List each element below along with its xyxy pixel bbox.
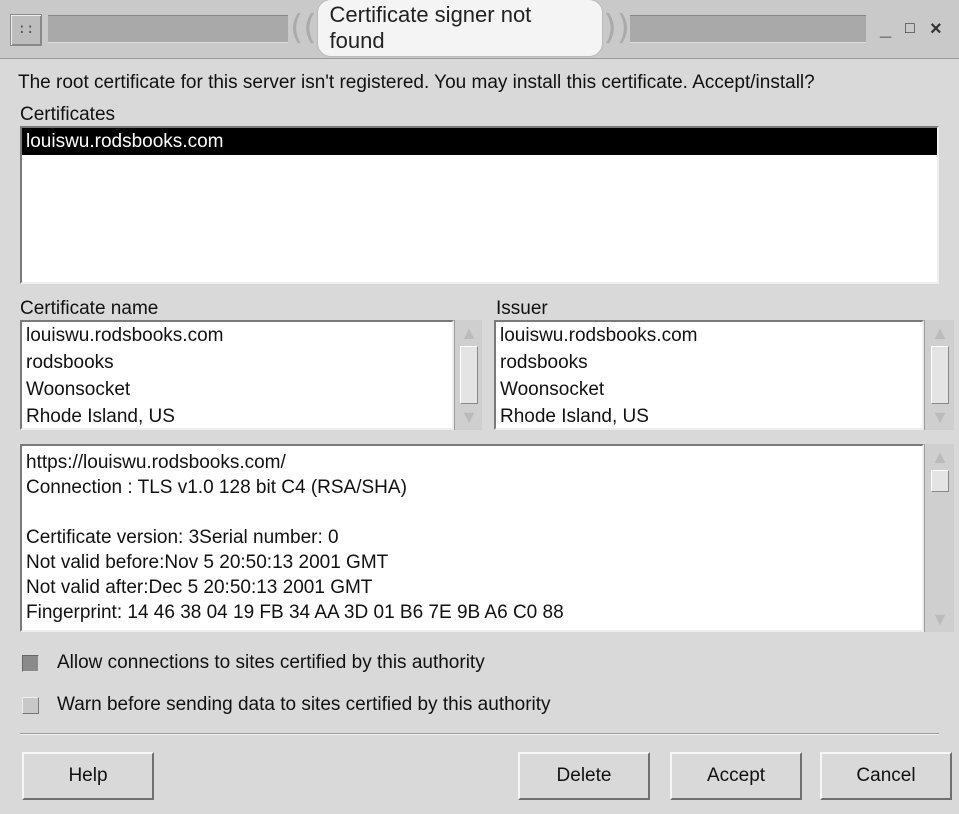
details-scrollbar[interactable]: ▲ ▼	[924, 444, 954, 632]
details-line	[22, 500, 922, 525]
certificate-dialog: :: (( Certificate signer not found )) _ …	[0, 0, 959, 814]
help-button[interactable]: Help	[22, 752, 154, 800]
certificate-name-line: Woonsocket	[26, 379, 131, 400]
certificate-name-scrollbar[interactable]: ▲ ▼	[454, 320, 482, 430]
title-bar-stripe-right	[630, 15, 866, 43]
button-separator	[20, 733, 939, 735]
warn-before-sending-checkbox[interactable]	[22, 696, 39, 714]
minimize-button[interactable]: _	[880, 18, 891, 41]
cancel-button[interactable]: Cancel	[820, 752, 952, 800]
certificate-name-box[interactable]: louiswu.rodsbooks.com rodsbooks Woonsock…	[20, 320, 454, 430]
scroll-down-arrow-icon[interactable]: ▼	[930, 406, 950, 428]
scrollbar-thumb[interactable]	[931, 346, 949, 404]
certificate-list-item[interactable]: louiswu.rodsbooks.com	[22, 128, 937, 155]
warn-before-sending-option[interactable]: Warn before sending data to sites certif…	[22, 694, 551, 716]
details-line: https://louiswu.rodsbooks.com/	[26, 452, 286, 473]
details-line: Not valid before:Nov 5 20:50:13 2001 GMT	[26, 552, 389, 573]
title-pill: (( Certificate signer not found ))	[290, 0, 630, 57]
issuer-line: rodsbooks	[500, 352, 588, 373]
certificate-details[interactable]: https://louiswu.rodsbooks.com/ Connectio…	[20, 444, 924, 632]
issuer-line: Rhode Island, US	[500, 406, 649, 427]
certificate-name-label: Certificate name	[20, 298, 159, 319]
certificate-name-line: rodsbooks	[26, 352, 114, 373]
scroll-down-arrow-icon[interactable]: ▼	[459, 406, 479, 428]
certificate-name-line: louiswu.rodsbooks.com	[26, 325, 224, 346]
issuer-label: Issuer	[496, 298, 548, 319]
title-paren-right-icon: ))	[603, 8, 630, 48]
details-line: Fingerprint: 14 46 38 04 19 FB 34 AA 3D …	[26, 602, 564, 623]
issuer-scrollbar[interactable]: ▲ ▼	[924, 320, 954, 430]
allow-connections-label: Allow connections to sites certified by …	[57, 652, 485, 673]
certificates-label: Certificates	[20, 104, 116, 125]
allow-connections-checkbox[interactable]	[22, 654, 39, 672]
scroll-up-arrow-icon[interactable]: ▲	[930, 446, 950, 468]
grip-icon[interactable]: ::	[10, 14, 42, 46]
close-button[interactable]: ×	[930, 18, 942, 41]
details-line: Not valid after:Dec 5 20:50:13 2001 GMT	[26, 577, 373, 598]
delete-button[interactable]: Delete	[518, 752, 650, 800]
details-line: Certificate version: 3Serial number: 0	[26, 527, 339, 548]
certificate-name-line: Rhode Island, US	[26, 406, 175, 427]
issuer-box[interactable]: louiswu.rodsbooks.com rodsbooks Woonsock…	[494, 320, 924, 430]
prompt-message: The root certificate for this server isn…	[18, 72, 815, 93]
certificates-list[interactable]: louiswu.rodsbooks.com	[20, 126, 939, 284]
title-paren-left-icon: ((	[290, 8, 317, 48]
scroll-up-arrow-icon[interactable]: ▲	[459, 322, 479, 344]
warn-before-sending-label: Warn before sending data to sites certif…	[57, 694, 551, 715]
issuer-line: Woonsocket	[500, 379, 605, 400]
allow-connections-option[interactable]: Allow connections to sites certified by …	[22, 652, 485, 674]
issuer-line: louiswu.rodsbooks.com	[500, 325, 698, 346]
scrollbar-thumb[interactable]	[460, 346, 478, 404]
accept-button[interactable]: Accept	[670, 752, 802, 800]
scroll-up-arrow-icon[interactable]: ▲	[930, 322, 950, 344]
title-bar[interactable]: :: (( Certificate signer not found )) _ …	[0, 0, 959, 59]
maximize-button[interactable]: □	[905, 20, 915, 38]
window-title: Certificate signer not found	[316, 0, 604, 57]
details-line: Connection : TLS v1.0 128 bit C4 (RSA/SH…	[26, 477, 407, 498]
scroll-down-arrow-icon[interactable]: ▼	[930, 608, 950, 630]
scrollbar-thumb[interactable]	[931, 470, 949, 492]
title-bar-stripe-left	[48, 15, 288, 43]
